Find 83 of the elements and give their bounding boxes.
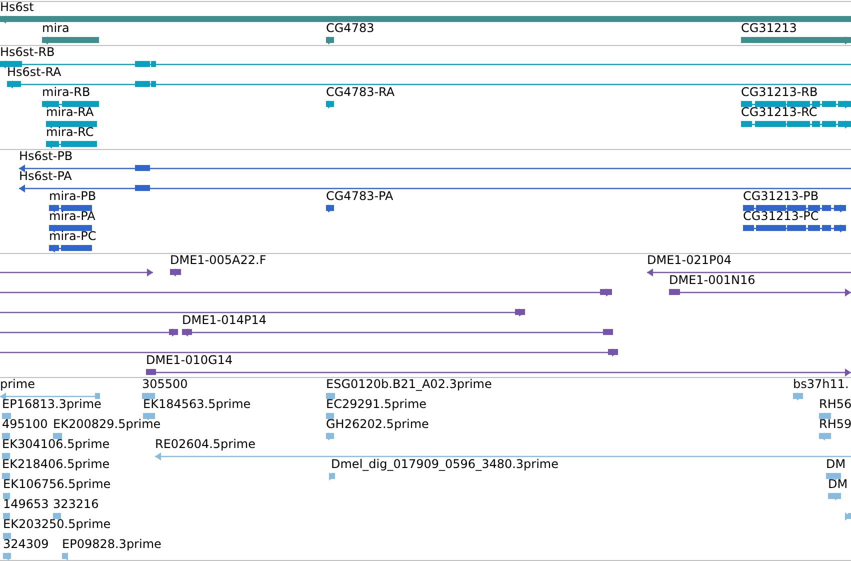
feature-label: mira-PC [49, 229, 96, 243]
clone-glyph[interactable] [0, 288, 612, 296]
feature-label: CG4783-RA [326, 85, 395, 99]
feature-label: mira [42, 21, 70, 35]
clone-glyph[interactable] [0, 308, 525, 316]
est-glyph[interactable] [142, 392, 155, 400]
est-glyph[interactable] [819, 412, 831, 420]
feature-label: DME1-001N16 [669, 273, 756, 287]
clone-glyph[interactable] [0, 348, 618, 356]
est-glyph[interactable] [326, 392, 335, 400]
feature-label: mira-RA [46, 105, 94, 119]
clone-glyph[interactable] [182, 328, 613, 336]
clone-glyph[interactable] [170, 268, 181, 276]
est-glyph[interactable] [53, 512, 61, 520]
feature-label: prime [0, 377, 35, 391]
feature-label: 495100 [2, 417, 48, 431]
est-glyph[interactable] [3, 512, 10, 520]
transcript-glyph[interactable] [46, 120, 97, 128]
feature-label: DM [826, 457, 846, 471]
gene-glyph[interactable] [326, 36, 334, 44]
feature-label: EK184563.5prime [143, 397, 251, 411]
feature-label: 323216 [53, 497, 99, 511]
feature-label: mira-RC [46, 125, 94, 139]
feature-label: CG31213 [741, 21, 797, 35]
clone-glyph[interactable] [146, 368, 851, 376]
feature-label: RH59 [819, 417, 851, 431]
est-glyph[interactable] [3, 532, 11, 540]
feature-label: ESG0120b.B21_A02.3prime [326, 377, 492, 391]
clone-glyph[interactable] [647, 268, 851, 276]
feature-label: CG4783-PA [326, 189, 394, 203]
est-glyph[interactable] [2, 472, 10, 480]
feature-label: CG31213-RB [741, 85, 818, 99]
feature-label: 149653 [3, 497, 49, 511]
est-glyph[interactable] [3, 492, 10, 500]
est-glyph[interactable] [0, 392, 100, 400]
clone-glyph[interactable] [669, 288, 851, 296]
gene-glyph[interactable] [741, 36, 851, 44]
clone-glyph[interactable] [0, 328, 178, 336]
est-glyph[interactable] [2, 412, 11, 420]
feature-label: EK203250.5prime [3, 517, 111, 531]
feature-label: EK218406.5prime [2, 457, 110, 471]
feature-label: mira-PB [49, 189, 96, 203]
feature-label: Hs6st-RB [0, 45, 55, 59]
protein-glyph[interactable] [743, 204, 846, 212]
feature-label: RE02604.5prime [155, 437, 256, 451]
feature-label: EP09828.3prime [62, 537, 162, 551]
feature-label: Hs6st-PA [19, 169, 72, 183]
feature-label: Hs6st [0, 0, 34, 14]
gene-glyph[interactable] [42, 36, 99, 44]
est-glyph[interactable] [2, 452, 10, 460]
feature-label: DME1-014P14 [182, 313, 267, 327]
feature-label: EP16813.3prime [2, 397, 102, 411]
feature-label: DME1-005A22.F [170, 253, 266, 267]
feature-label: bs37h11. [793, 377, 849, 391]
feature-label: EK304106.5prime [2, 437, 110, 451]
feature-label: Hs6st-PB [19, 149, 73, 163]
feature-label: CG31213-PC [743, 209, 819, 223]
feature-label: DME1-021P04 [647, 253, 732, 267]
feature-label: DME1-010G14 [146, 353, 233, 367]
feature-label: EK106756.5prime [3, 477, 111, 491]
feature-label: 305500 [142, 377, 188, 391]
feature-label: EK200829.5prime [53, 417, 161, 431]
feature-label: CG31213-PB [743, 189, 819, 203]
feature-label: CG31213-RC [741, 105, 818, 119]
feature-label: GH26202.5prime [326, 417, 429, 431]
feature-label: mira-PA [49, 209, 96, 223]
feature-label: RH56 [819, 397, 851, 411]
feature-label: CG4783 [326, 21, 374, 35]
est-glyph[interactable] [826, 472, 841, 480]
est-glyph[interactable] [2, 432, 10, 440]
est-glyph[interactable] [53, 432, 62, 440]
feature-label: Dmel_dig_017909_0596_3480.3prime [331, 457, 559, 471]
protein-glyph[interactable] [49, 224, 92, 232]
feature-label: EC29291.5prime [326, 397, 427, 411]
gene-glyph[interactable] [0, 16, 851, 24]
feature-label: mira-RB [42, 85, 90, 99]
feature-label: DM [828, 477, 848, 491]
feature-label: 324309 [3, 537, 49, 551]
clone-glyph[interactable] [0, 268, 153, 276]
protein-glyph[interactable] [49, 204, 92, 212]
est-glyph[interactable] [326, 412, 334, 420]
transcript-glyph[interactable] [741, 100, 851, 108]
feature-label: Hs6st-RA [7, 65, 62, 79]
